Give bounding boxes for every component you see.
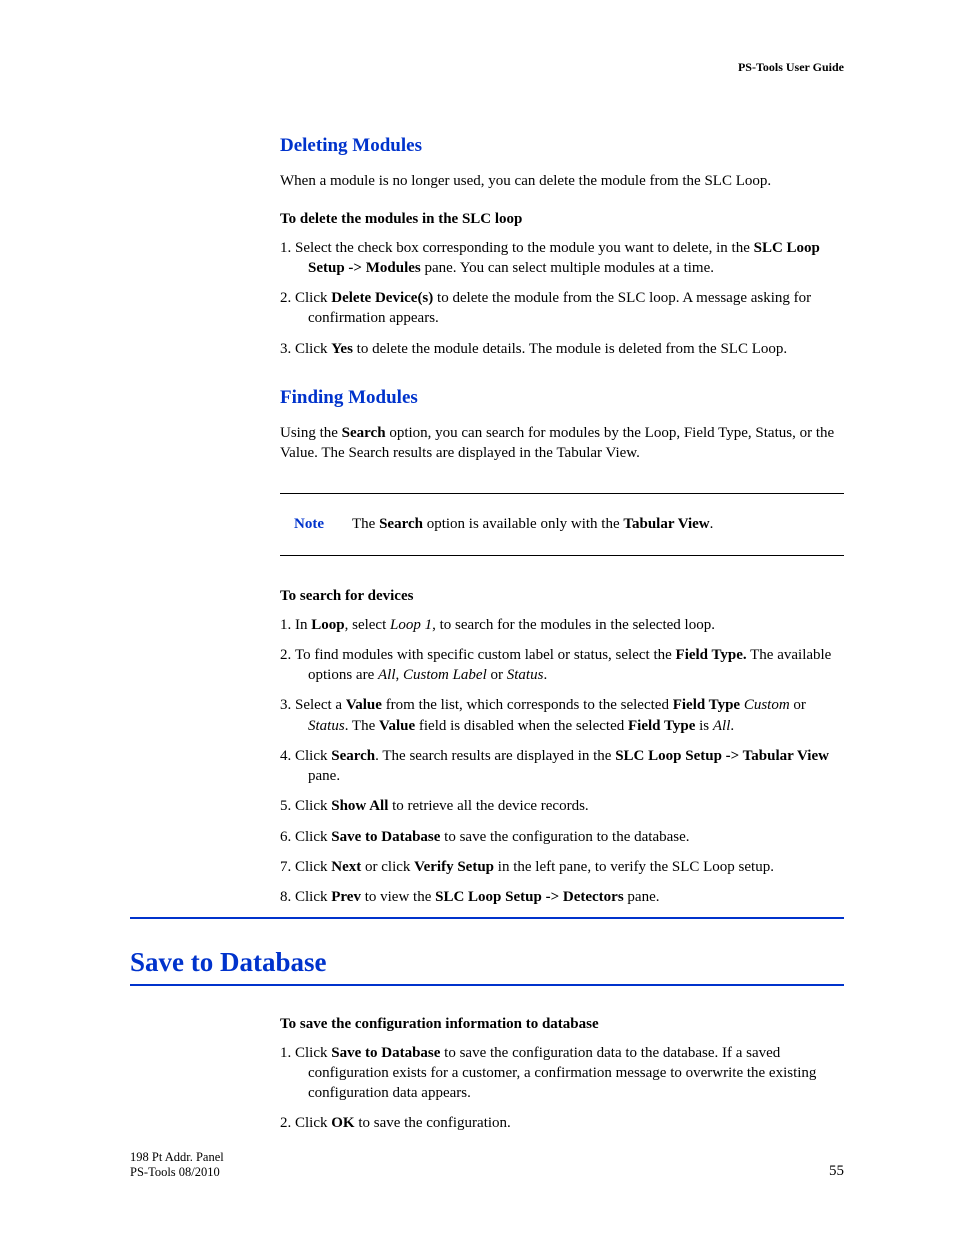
paragraph: Using the Search option, you can search … [280, 423, 844, 464]
page-number: 55 [829, 1162, 844, 1180]
note-label: Note [294, 516, 324, 533]
section-break: Save to Database [130, 917, 844, 986]
subheading: To save the configuration information to… [280, 1014, 844, 1034]
ordered-list: Select the check box corresponding to th… [280, 238, 844, 359]
list-item: Click Save to Database to save the confi… [280, 1043, 844, 1104]
note-box: Note The Search option is available only… [280, 493, 844, 556]
list-item: Select a Value from the list, which corr… [280, 695, 844, 736]
list-item: To find modules with specific custom lab… [280, 645, 844, 686]
list-item: Select the check box corresponding to th… [280, 238, 844, 279]
content-area: Deleting Modules When a module is no lon… [280, 135, 844, 1134]
running-header: PS-Tools User Guide [738, 60, 844, 75]
heading-save-to-database: Save to Database [130, 947, 844, 978]
subheading: To search for devices [280, 586, 844, 606]
paragraph: When a module is no longer used, you can… [280, 171, 844, 191]
list-item: Click OK to save the configuration. [280, 1113, 844, 1133]
list-item: Click Yes to delete the module details. … [280, 339, 844, 359]
subheading: To delete the modules in the SLC loop [280, 209, 844, 229]
footer-left: 198 Pt Addr. Panel PS-Tools 08/2010 [130, 1150, 224, 1180]
list-item: In Loop, select Loop 1, to search for th… [280, 615, 844, 635]
note-text: The Search option is available only with… [352, 516, 713, 533]
list-item: Click Delete Device(s) to delete the mod… [280, 288, 844, 329]
rule-top [130, 917, 844, 919]
list-item: Click Next or click Verify Setup in the … [280, 857, 844, 877]
footer-line1: 198 Pt Addr. Panel [130, 1150, 224, 1165]
heading-finding-modules: Finding Modules [280, 387, 844, 409]
ordered-list: In Loop, select Loop 1, to search for th… [280, 615, 844, 908]
ordered-list: Click Save to Database to save the confi… [280, 1043, 844, 1134]
footer: 198 Pt Addr. Panel PS-Tools 08/2010 55 [130, 1150, 844, 1180]
list-item: Click Search. The search results are dis… [280, 746, 844, 787]
list-item: Click Show All to retrieve all the devic… [280, 796, 844, 816]
list-item: Click Save to Database to save the confi… [280, 827, 844, 847]
list-item: Click Prev to view the SLC Loop Setup ->… [280, 887, 844, 907]
rule-bottom [130, 984, 844, 986]
footer-line2: PS-Tools 08/2010 [130, 1165, 224, 1180]
page: PS-Tools User Guide Deleting Modules Whe… [0, 0, 954, 1235]
heading-deleting-modules: Deleting Modules [280, 135, 844, 157]
